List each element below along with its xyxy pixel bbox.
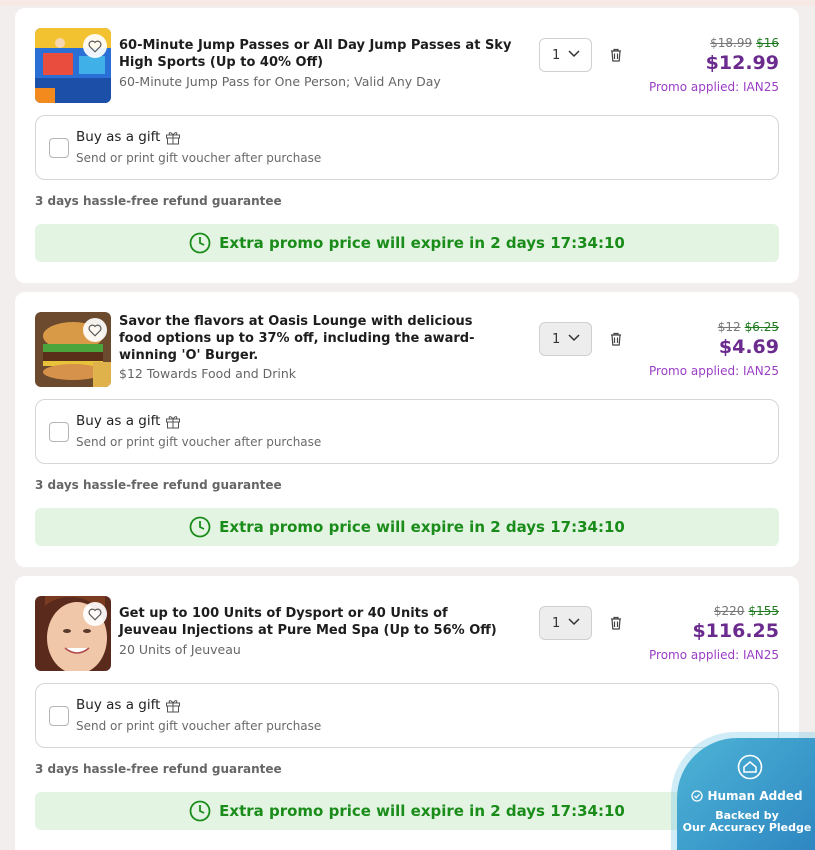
gift-icon [166,131,181,144]
favorite-button[interactable] [83,34,107,58]
home-shield-icon [737,754,763,780]
price-final: $4.69 [718,336,779,358]
heart-icon [88,324,102,337]
gift-icon [166,699,181,712]
promo-expiry-banner: Extra promo price will expire in 2 days … [35,508,779,546]
price-original: $18.99 $16 [710,36,779,50]
trash-icon[interactable] [609,48,623,62]
favorite-button[interactable] [83,602,107,626]
heart-icon [88,608,102,621]
price-final: $116.25 [692,620,779,642]
quantity-select[interactable]: 1 [539,38,592,72]
cart-item-card: 60-Minute Jump Passes or All Day Jump Pa… [15,8,799,283]
promo-applied: Promo applied: IAN25 [649,364,779,378]
gift-option[interactable]: Buy as a gift Send or print gift voucher… [35,683,779,748]
refund-guarantee: 3 days hassle-free refund guarantee [35,762,282,776]
quantity-value: 1 [552,615,561,631]
accuracy-pledge-badge[interactable]: Human Added Backed by Our Accuracy Pledg… [677,738,815,850]
heart-icon [88,40,102,53]
price-original: $12 $6.25 [717,320,779,334]
item-thumbnail[interactable] [35,596,111,671]
badge-pledge: Our Accuracy Pledge [682,821,812,834]
refund-guarantee: 3 days hassle-free refund guarantee [35,478,282,492]
price-original: $220 $155 [713,604,779,618]
check-circle-icon [691,790,704,802]
promo-expiry-text: Extra promo price will expire in 2 days … [219,802,625,820]
price-final: $12.99 [705,52,779,74]
trash-icon[interactable] [609,332,623,346]
gift-label: Buy as a gift [76,697,161,713]
gift-description: Send or print gift voucher after purchas… [76,719,322,733]
quantity-select[interactable]: 1 [539,606,592,640]
top-strip [0,0,815,6]
quantity-select[interactable]: 1 [539,322,592,356]
promo-expiry-banner: Extra promo price will expire in 2 days … [35,224,779,262]
gift-checkbox[interactable] [49,422,69,442]
badge-title: Human Added [707,789,803,803]
trash-icon[interactable] [609,616,623,630]
item-title[interactable]: 60-Minute Jump Passes or All Day Jump Pa… [119,37,524,71]
chevron-down-icon [568,618,580,626]
favorite-button[interactable] [83,318,107,342]
quantity-value: 1 [552,331,561,347]
promo-expiry-text: Extra promo price will expire in 2 days … [219,234,625,252]
promo-expiry-text: Extra promo price will expire in 2 days … [219,518,625,536]
promo-applied: Promo applied: IAN25 [649,648,779,662]
promo-expiry-banner: Extra promo price will expire in 2 days … [35,792,779,830]
gift-description: Send or print gift voucher after purchas… [76,435,322,449]
chevron-down-icon [568,334,580,342]
gift-option[interactable]: Buy as a gift Send or print gift voucher… [35,115,779,180]
gift-icon [166,415,181,428]
item-option: 60-Minute Jump Pass for One Person; Vali… [119,74,441,89]
item-thumbnail[interactable] [35,312,111,387]
clock-icon [189,800,211,822]
clock-icon [189,232,211,254]
gift-label: Buy as a gift [76,413,161,429]
item-title[interactable]: Savor the flavors at Oasis Lounge with d… [119,313,509,364]
item-thumbnail[interactable] [35,28,111,103]
item-option: 20 Units of Jeuveau [119,642,241,657]
promo-applied: Promo applied: IAN25 [649,80,779,94]
gift-label: Buy as a gift [76,129,161,145]
cart-item-card: Savor the flavors at Oasis Lounge with d… [15,292,799,567]
gift-checkbox[interactable] [49,706,69,726]
item-option: $12 Towards Food and Drink [119,366,297,381]
refund-guarantee: 3 days hassle-free refund guarantee [35,194,282,208]
chevron-down-icon [568,50,580,58]
gift-checkbox[interactable] [49,138,69,158]
item-title[interactable]: Get up to 100 Units of Dysport or 40 Uni… [119,605,509,639]
gift-option[interactable]: Buy as a gift Send or print gift voucher… [35,399,779,464]
clock-icon [189,516,211,538]
gift-description: Send or print gift voucher after purchas… [76,151,322,165]
quantity-value: 1 [552,47,561,63]
